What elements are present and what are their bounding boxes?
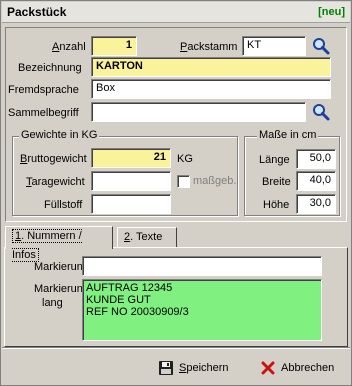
laenge-label: Länge xyxy=(259,154,290,166)
floppy-disk-icon xyxy=(159,361,173,375)
taragewicht-label: Taragewicht xyxy=(26,176,85,188)
sammelbegriff-field[interactable] xyxy=(91,102,306,122)
taragewicht-field[interactable] xyxy=(91,171,171,191)
window-title: Packstück xyxy=(7,5,67,19)
laenge-field[interactable]: 50,0 xyxy=(296,149,336,169)
hoehe-field[interactable]: 30,0 xyxy=(296,194,336,214)
fremdsprache-label: Fremdsprache xyxy=(8,84,79,96)
anzahl-label: Anzahl xyxy=(52,41,86,53)
bruttogewicht-unit: KG xyxy=(177,153,193,165)
footer-separator xyxy=(2,347,350,349)
markierung-lang-label: Markierung lang xyxy=(34,283,90,309)
packstueck-window: Packstück [neu] Anzahl 1 Packstamm KT Be… xyxy=(0,0,352,386)
markierung-label: Markierung xyxy=(34,261,90,273)
breite-label: Breite xyxy=(262,176,291,188)
fuellstoff-label: Füllstoff xyxy=(44,199,83,211)
save-button-label: Speichern xyxy=(179,362,229,374)
status-badge: [neu] xyxy=(318,6,345,18)
anzahl-field[interactable]: 1 xyxy=(91,36,137,56)
packstamm-label: Packstamm xyxy=(180,41,238,53)
search-icon xyxy=(313,104,330,121)
tab-texte-label: 2. Texte xyxy=(124,231,163,243)
search-icon xyxy=(313,38,330,55)
tab-texte[interactable]: 2. Texte xyxy=(117,227,177,248)
markierung-field[interactable] xyxy=(82,256,322,276)
weights-group-title: Gewichte in KG xyxy=(19,129,100,141)
markierung-lang-line: REF NO 20030909/3 xyxy=(86,306,189,318)
massgeblich-label: maßgeb. xyxy=(193,175,237,187)
markierung-lang-line: AUFTRAG 12345 xyxy=(86,282,173,294)
packstamm-field[interactable]: KT xyxy=(242,36,306,56)
tab-nummern-infos[interactable]: 1. Nummern / Infos xyxy=(5,226,113,262)
dimensions-group-title: Maße in cm xyxy=(257,129,319,141)
close-icon xyxy=(261,361,275,375)
bruttogewicht-field[interactable]: 21 xyxy=(91,148,171,168)
fremdsprache-field[interactable]: Box xyxy=(91,79,331,99)
markierung-lang-textarea[interactable]: AUFTRAG 12345 KUNDE GUT REF NO 20030909/… xyxy=(82,279,322,341)
title-bar: Packstück [neu] xyxy=(2,2,350,23)
hoehe-label: Höhe xyxy=(263,199,290,211)
bezeichnung-label: Bezeichnung xyxy=(18,62,82,74)
save-button[interactable]: Speichern xyxy=(158,355,238,381)
massgeblich-checkbox[interactable] xyxy=(177,175,190,188)
breite-field[interactable]: 40,0 xyxy=(296,171,336,191)
markierung-lang-line: KUNDE GUT xyxy=(86,294,151,306)
cancel-button-label: Abbrechen xyxy=(281,362,335,374)
bezeichnung-field[interactable]: KARTON xyxy=(91,57,331,77)
cancel-button[interactable]: Abbrechen xyxy=(261,355,341,381)
fuellstoff-field[interactable] xyxy=(91,194,171,214)
sammelbegriff-search-button[interactable] xyxy=(311,102,331,122)
packstamm-search-button[interactable] xyxy=(311,36,331,56)
bruttogewicht-label: Bruttogewicht xyxy=(20,153,87,165)
sammelbegriff-label: Sammelbegriff xyxy=(8,107,79,119)
